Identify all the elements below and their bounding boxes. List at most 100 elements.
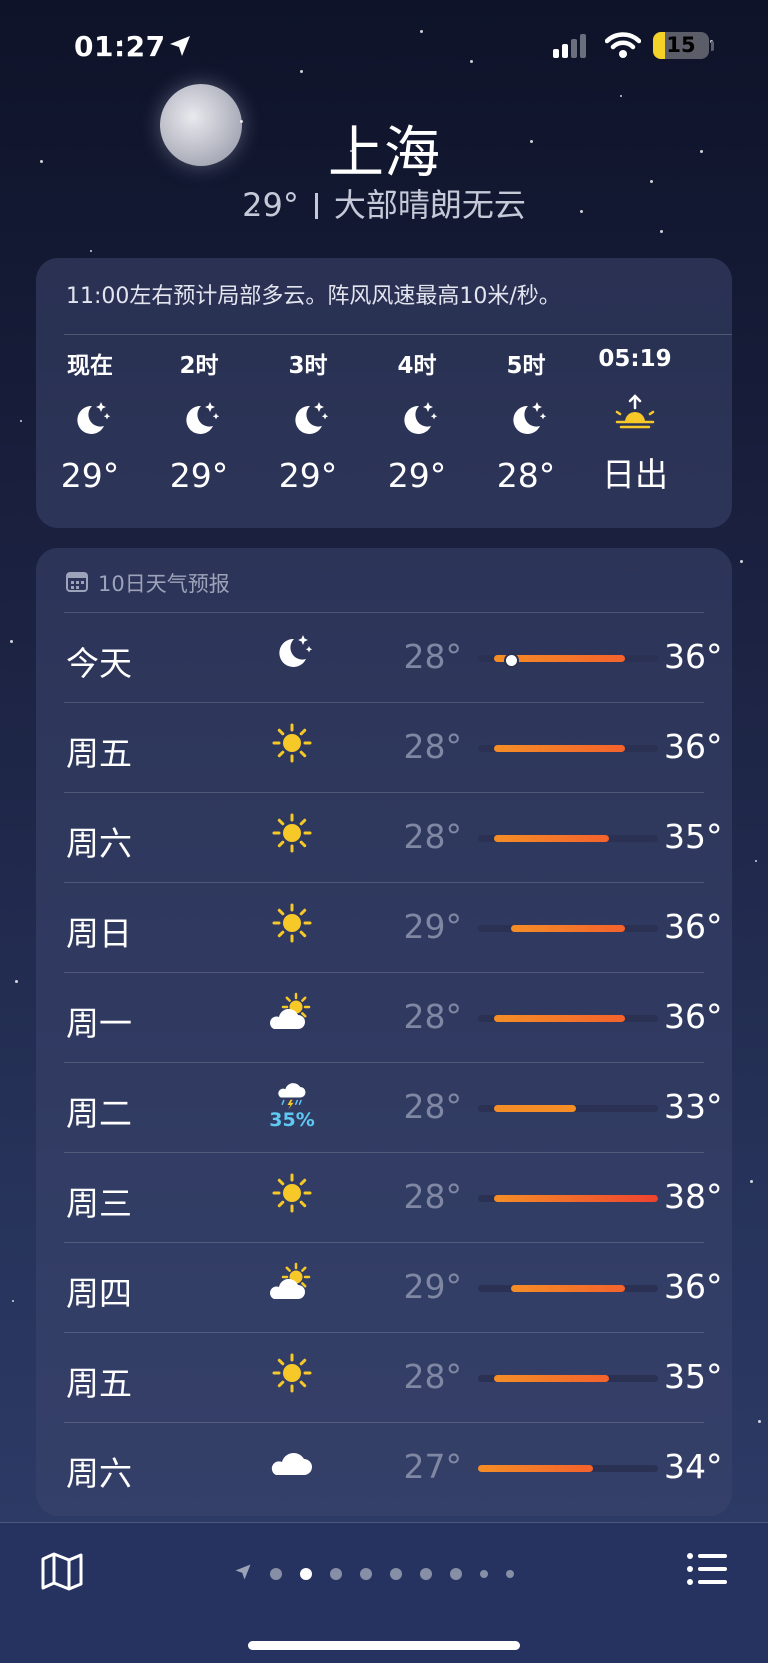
current-conditions: 29° 大部晴朗无云	[0, 180, 768, 226]
temp-range-track	[478, 1285, 658, 1292]
hourly-item: 3时 29°	[258, 346, 358, 495]
star	[755, 860, 757, 862]
hour-label: 2时	[179, 353, 219, 379]
moon-stars-icon	[367, 398, 467, 442]
day-label: 周一	[66, 1004, 132, 1043]
page-dot[interactable]	[270, 1568, 282, 1580]
ten-day-forecast-card[interactable]: 10日天气预报 今天 28° 36° 周五 28° 36° 周六 28° 35° 周日…	[36, 548, 732, 1516]
partly-cloudy-icon	[262, 1261, 322, 1311]
hour-temperature: 29°	[169, 456, 229, 495]
temp-range-track	[478, 745, 658, 752]
low-temp: 28°	[403, 1087, 463, 1126]
low-temp: 28°	[403, 1357, 463, 1396]
star	[90, 250, 92, 252]
wifi-icon	[604, 31, 642, 63]
hour-temperature: 29°	[387, 456, 447, 495]
low-temp: 27°	[403, 1447, 463, 1486]
map-button[interactable]	[40, 1551, 84, 1595]
day-label: 周六	[66, 824, 132, 863]
hourly-item: 5时 28°	[476, 346, 576, 495]
high-temp: 38°	[664, 1177, 723, 1216]
high-temp: 35°	[664, 817, 723, 856]
hour-label: 现在	[67, 353, 113, 379]
temp-range-track	[478, 653, 658, 668]
page-dot[interactable]	[330, 1568, 342, 1580]
moon-stars-icon	[476, 398, 576, 442]
hour-temperature: 29°	[60, 456, 120, 495]
battery-indicator: 15	[653, 32, 709, 59]
day-label: 周日	[66, 914, 132, 953]
page-dot[interactable]	[420, 1568, 432, 1580]
daily-row[interactable]: 周五 28° 35°	[64, 1332, 723, 1423]
partly-cloudy-icon	[262, 991, 322, 1041]
page-dot[interactable]	[480, 1570, 488, 1578]
hour-label: 3时	[288, 353, 328, 379]
hourly-item: 现在 29°	[40, 346, 140, 495]
cellular-signal-icon	[553, 34, 593, 62]
hour-temperature: 29°	[278, 456, 338, 495]
daily-row[interactable]: 周一 28° 36°	[64, 972, 723, 1063]
day-label: 今天	[66, 644, 132, 683]
temp-range-track	[478, 1195, 658, 1202]
sunrise-icon	[585, 390, 685, 434]
star	[620, 95, 622, 97]
moon-stars-icon	[40, 398, 140, 442]
hourly-item: 05:19 日出	[585, 346, 685, 496]
daily-row[interactable]: 今天 28° 36°	[64, 612, 723, 703]
daily-row[interactable]: 周二 35% 28° 33°	[64, 1062, 723, 1153]
hour-label: 4时	[397, 353, 437, 379]
page-indicator[interactable]	[234, 1563, 514, 1585]
hourly-forecast-card[interactable]: 11:00左右预计局部多云。阵风风速最高10米/秒。 现在 29° 2时 29° 3…	[36, 258, 732, 528]
star	[12, 1300, 14, 1302]
status-time: 01:27	[74, 30, 166, 63]
hour-label: 05:19	[598, 346, 672, 372]
daily-row[interactable]: 周三 28° 38°	[64, 1152, 723, 1243]
daily-row[interactable]: 周四 29° 36°	[64, 1242, 723, 1333]
sun-icon	[262, 721, 322, 771]
ten-day-title: 10日天气预报	[98, 572, 230, 596]
hour-temperature: 28°	[496, 456, 556, 495]
daily-row[interactable]: 周五 28° 36°	[64, 702, 723, 793]
daily-row[interactable]: 周六 27° 34°	[64, 1422, 723, 1513]
day-label: 周六	[66, 1454, 132, 1493]
high-temp: 36°	[664, 1267, 723, 1306]
high-temp: 36°	[664, 727, 723, 766]
temp-range-bar	[494, 1105, 577, 1112]
page-dot[interactable]	[390, 1568, 402, 1580]
daily-row[interactable]: 周日 29° 36°	[64, 882, 723, 973]
city-name: 上海	[328, 121, 440, 186]
star	[15, 980, 18, 983]
divider	[64, 334, 732, 335]
low-temp: 28°	[403, 727, 463, 766]
low-temp: 29°	[403, 1267, 463, 1306]
daily-row[interactable]: 周六 28° 35°	[64, 792, 723, 883]
page-dot[interactable]	[300, 1568, 312, 1580]
hour-label: 5时	[506, 353, 546, 379]
day-label: 周二	[66, 1094, 132, 1133]
low-temp: 28°	[403, 1177, 463, 1216]
home-indicator[interactable]	[248, 1641, 520, 1650]
temp-range-bar	[510, 925, 626, 932]
page-dot[interactable]	[450, 1568, 462, 1580]
star	[740, 560, 743, 563]
temp-range-bar	[478, 1465, 593, 1472]
temp-range-bar	[510, 1285, 626, 1292]
sun-icon	[262, 1171, 322, 1221]
city-list-button[interactable]	[686, 1551, 728, 1591]
temp-range-track	[478, 925, 658, 932]
low-temp: 28°	[403, 817, 463, 856]
moon-stars-icon	[149, 398, 249, 442]
page-dot[interactable]	[360, 1568, 372, 1580]
location-arrow-icon	[234, 1563, 252, 1585]
high-temp: 36°	[664, 637, 723, 676]
temp-range-track	[478, 1465, 658, 1472]
temp-range-bar	[494, 1375, 609, 1382]
star	[10, 640, 13, 643]
current-temp-dot	[503, 653, 519, 668]
page-dot[interactable]	[506, 1570, 514, 1578]
forecast-summary: 11:00左右预计局部多云。阵风风速最高10米/秒。	[66, 284, 561, 309]
battery-tip	[711, 41, 714, 51]
day-label: 周三	[66, 1184, 132, 1223]
star	[20, 420, 22, 422]
hourly-item: 4时 29°	[367, 346, 467, 495]
